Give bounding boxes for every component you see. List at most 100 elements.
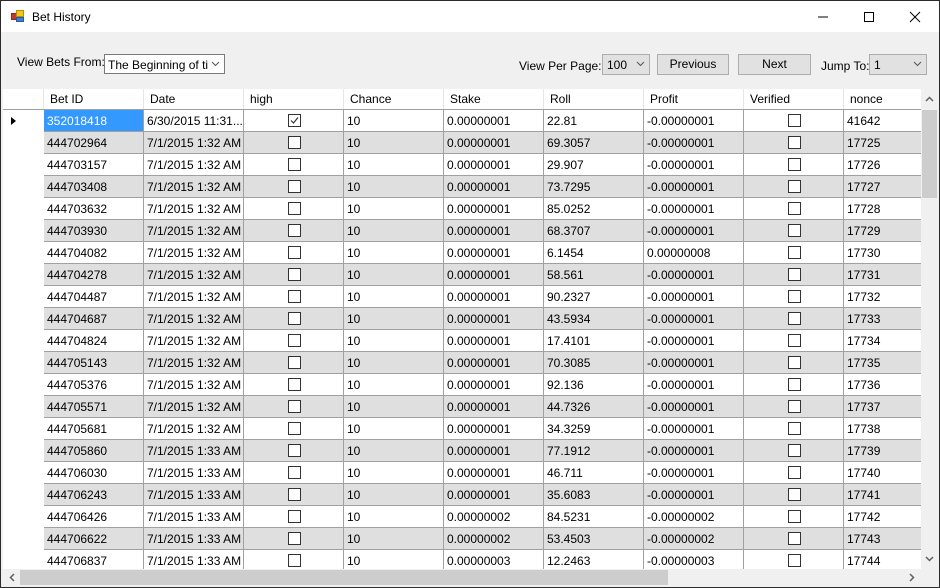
table-row[interactable]: 444705571 7/1/2015 1:32 AM 10 0.00000001 44.…: [3, 396, 921, 418]
cell-roll[interactable]: 44.7326: [544, 396, 644, 418]
cell-roll[interactable]: 43.5934: [544, 308, 644, 330]
verified-checkbox[interactable]: [787, 202, 801, 215]
cell-roll[interactable]: 6.1454: [544, 242, 644, 264]
bet-history-grid[interactable]: Bet ID Date high Chance Stake Roll Profi…: [3, 89, 938, 586]
table-row[interactable]: 444705143 7/1/2015 1:32 AM 10 0.00000001 70.…: [3, 352, 921, 374]
cell-nonce[interactable]: 17737: [844, 396, 921, 418]
high-checkbox[interactable]: [287, 422, 301, 435]
column-header-profit[interactable]: Profit: [644, 89, 744, 109]
verified-checkbox[interactable]: [787, 268, 801, 281]
table-row[interactable]: 444705376 7/1/2015 1:32 AM 10 0.00000001 92.…: [3, 374, 921, 396]
cell-bet-id[interactable]: 444705376: [44, 374, 144, 396]
cell-bet-id[interactable]: 444705571: [44, 396, 144, 418]
verified-checkbox[interactable]: [787, 180, 801, 193]
cell-stake[interactable]: 0.00000001: [444, 110, 544, 132]
maximize-button[interactable]: [846, 1, 892, 32]
verified-checkbox[interactable]: [787, 334, 801, 347]
previous-button[interactable]: Previous: [657, 54, 729, 75]
verified-checkbox[interactable]: [787, 158, 801, 171]
cell-high[interactable]: [244, 352, 344, 374]
row-header[interactable]: [3, 242, 44, 264]
cell-roll[interactable]: 68.3707: [544, 220, 644, 242]
row-header[interactable]: [3, 220, 44, 242]
cell-stake[interactable]: 0.00000003: [444, 550, 544, 571]
high-checkbox[interactable]: [287, 290, 301, 303]
cell-roll[interactable]: 77.1912: [544, 440, 644, 462]
cell-nonce[interactable]: 17733: [844, 308, 921, 330]
cell-date[interactable]: 7/1/2015 1:33 AM: [144, 462, 244, 484]
title-bar[interactable]: Bet History: [1, 1, 939, 32]
cell-date[interactable]: 7/1/2015 1:33 AM: [144, 528, 244, 550]
cell-stake[interactable]: 0.00000001: [444, 308, 544, 330]
column-header-date[interactable]: Date: [144, 89, 244, 109]
column-header-chance[interactable]: Chance: [344, 89, 444, 109]
verified-checkbox[interactable]: [787, 422, 801, 435]
cell-verified[interactable]: [744, 198, 844, 220]
vertical-scroll-thumb[interactable]: [922, 110, 937, 198]
cell-roll[interactable]: 70.3085: [544, 352, 644, 374]
view-per-page-select[interactable]: 100: [602, 54, 650, 75]
high-checkbox[interactable]: [287, 246, 301, 259]
column-header-roll[interactable]: Roll: [544, 89, 644, 109]
table-row[interactable]: 444704082 7/1/2015 1:32 AM 10 0.00000001 6.1…: [3, 242, 921, 264]
cell-roll[interactable]: 90.2327: [544, 286, 644, 308]
cell-bet-id[interactable]: 444703408: [44, 176, 144, 198]
cell-verified[interactable]: [744, 462, 844, 484]
cell-profit[interactable]: -0.00000001: [644, 418, 744, 440]
cell-stake[interactable]: 0.00000001: [444, 440, 544, 462]
cell-bet-id[interactable]: 444706622: [44, 528, 144, 550]
cell-bet-id[interactable]: 352018418: [44, 110, 144, 132]
cell-chance[interactable]: 10: [344, 418, 444, 440]
table-row[interactable]: 444703408 7/1/2015 1:32 AM 10 0.00000001 73.…: [3, 176, 921, 198]
cell-bet-id[interactable]: 444704082: [44, 242, 144, 264]
column-header-verified[interactable]: Verified: [744, 89, 844, 109]
row-header[interactable]: [3, 198, 44, 220]
table-row[interactable]: 444705860 7/1/2015 1:33 AM 10 0.00000001 77.…: [3, 440, 921, 462]
table-row[interactable]: 444704487 7/1/2015 1:32 AM 10 0.00000001 90.…: [3, 286, 921, 308]
cell-nonce[interactable]: 17742: [844, 506, 921, 528]
verified-checkbox[interactable]: [787, 488, 801, 501]
high-checkbox[interactable]: [287, 224, 301, 237]
cell-high[interactable]: [244, 528, 344, 550]
row-header[interactable]: [3, 550, 44, 571]
cell-high[interactable]: [244, 308, 344, 330]
cell-chance[interactable]: 10: [344, 462, 444, 484]
cell-verified[interactable]: [744, 550, 844, 571]
row-header[interactable]: [3, 132, 44, 154]
minimize-button[interactable]: [800, 1, 846, 32]
cell-chance[interactable]: 10: [344, 220, 444, 242]
cell-bet-id[interactable]: 444705860: [44, 440, 144, 462]
cell-date[interactable]: 7/1/2015 1:32 AM: [144, 176, 244, 198]
cell-stake[interactable]: 0.00000001: [444, 220, 544, 242]
row-header[interactable]: [3, 462, 44, 484]
horizontal-scroll-thumb[interactable]: [20, 570, 668, 585]
cell-stake[interactable]: 0.00000001: [444, 374, 544, 396]
row-header[interactable]: [3, 484, 44, 506]
cell-nonce[interactable]: 17725: [844, 132, 921, 154]
verified-checkbox[interactable]: [787, 246, 801, 259]
cell-nonce[interactable]: 17729: [844, 220, 921, 242]
cell-stake[interactable]: 0.00000001: [444, 242, 544, 264]
cell-profit[interactable]: -0.00000001: [644, 374, 744, 396]
cell-profit[interactable]: -0.00000001: [644, 132, 744, 154]
cell-date[interactable]: 7/1/2015 1:32 AM: [144, 264, 244, 286]
cell-high[interactable]: [244, 418, 344, 440]
row-header[interactable]: [3, 506, 44, 528]
cell-profit[interactable]: -0.00000001: [644, 396, 744, 418]
cell-date[interactable]: 7/1/2015 1:32 AM: [144, 198, 244, 220]
cell-profit[interactable]: -0.00000001: [644, 154, 744, 176]
cell-nonce[interactable]: 17740: [844, 462, 921, 484]
cell-chance[interactable]: 10: [344, 198, 444, 220]
cell-verified[interactable]: [744, 154, 844, 176]
cell-high[interactable]: [244, 242, 344, 264]
cell-date[interactable]: 7/1/2015 1:33 AM: [144, 506, 244, 528]
cell-date[interactable]: 7/1/2015 1:32 AM: [144, 132, 244, 154]
cell-stake[interactable]: 0.00000001: [444, 176, 544, 198]
cell-roll[interactable]: 12.2463: [544, 550, 644, 571]
table-row[interactable]: 352018418 6/30/2015 11:31... 10 0.00000001 2…: [3, 110, 921, 132]
horizontal-scrollbar[interactable]: [3, 569, 921, 586]
close-button[interactable]: [892, 1, 938, 32]
cell-verified[interactable]: [744, 374, 844, 396]
table-row[interactable]: 444704278 7/1/2015 1:32 AM 10 0.00000001 58.…: [3, 264, 921, 286]
cell-chance[interactable]: 10: [344, 374, 444, 396]
